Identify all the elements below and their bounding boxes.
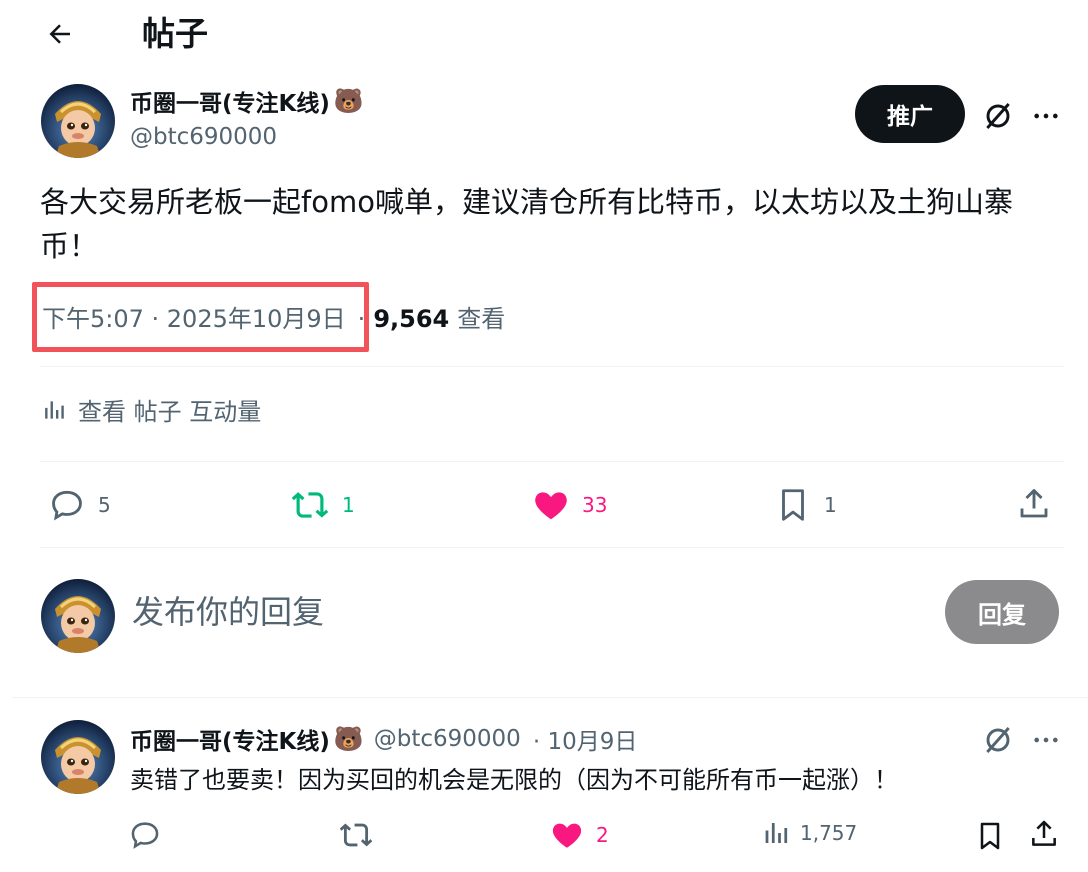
author-handle[interactable]: @btc690000 <box>130 124 364 150</box>
reply-like-count: 2 <box>596 823 609 847</box>
reply-grok-button[interactable] <box>978 720 1018 760</box>
share-icon <box>1032 820 1056 846</box>
bookmark-icon <box>980 822 1000 850</box>
grok-icon <box>986 103 1010 129</box>
reply-icon <box>52 490 82 521</box>
reply-views-count: 1,757 <box>800 821 858 845</box>
post-timestamp[interactable]: 下午5:07 · 2025年10月9日 <box>42 300 346 338</box>
share-icon <box>1020 489 1048 518</box>
avatar-image <box>41 84 115 158</box>
meta-separator: · <box>357 305 366 333</box>
more-dots-icon <box>1034 113 1058 119</box>
reply-repost-action[interactable] <box>338 818 386 852</box>
like-action[interactable]: 33 <box>532 486 607 524</box>
repost-icon <box>339 823 373 847</box>
reply-like-action[interactable]: 2 <box>550 818 609 852</box>
page-title: 帖子 <box>142 14 208 53</box>
author-avatar[interactable] <box>41 84 115 158</box>
back-button[interactable] <box>36 12 84 56</box>
reply-count: 5 <box>98 493 111 517</box>
reply-text: 卖错了也要卖！因为买回的机会是无限的（因为不可能所有币一起涨）！ <box>130 766 898 794</box>
reply-date[interactable]: · 10月9日 <box>533 722 638 756</box>
reply-input[interactable]: 发布你的回复 <box>132 588 324 636</box>
heart-filled-icon <box>552 823 582 848</box>
engagements-label: 查看 帖子 互动量 <box>78 398 262 426</box>
bookmark-icon <box>782 489 804 521</box>
more-options-button[interactable] <box>1026 96 1066 136</box>
reply-views-action[interactable]: 1,757 <box>762 818 857 848</box>
reply-bookmark-button[interactable] <box>972 818 1008 854</box>
composer-avatar <box>41 579 115 653</box>
reply-more-options-button[interactable] <box>1026 720 1066 760</box>
bookmark-count: 1 <box>824 493 837 517</box>
grok-button[interactable] <box>978 96 1018 136</box>
views-label: 查看 <box>457 305 506 333</box>
post-text: 各大交易所老板一起fomo喊单，建议清仓所有比特币，以太坊以及土狗山寨币！ <box>40 185 1013 263</box>
reply-author-handle[interactable]: @btc690000 <box>374 726 521 752</box>
more-dots-icon <box>1034 737 1058 743</box>
analytics-icon <box>45 400 64 419</box>
back-arrow-icon <box>49 24 70 44</box>
avatar-image <box>41 720 115 794</box>
heart-filled-icon <box>535 492 567 520</box>
grok-icon <box>986 727 1010 753</box>
bookmark-action[interactable]: 1 <box>774 486 837 524</box>
reply-action[interactable]: 5 <box>48 486 111 524</box>
share-button[interactable] <box>1014 484 1054 524</box>
like-count: 33 <box>582 493 608 517</box>
reply-author-avatar[interactable] <box>41 720 115 794</box>
repost-icon <box>291 492 329 518</box>
bear-emoji-icon: 🐻 <box>333 87 364 115</box>
author-display-name[interactable]: 币圈一哥(专注K线) <box>130 84 330 118</box>
reply-header: 币圈一哥(专注K线) 🐻 @btc690000 · 10月9日 <box>130 722 637 756</box>
post-meta: 下午5:07 · 2025年10月9日 · 9,564 查看 <box>42 300 505 338</box>
view-engagements-link[interactable]: 查看 帖子 互动量 <box>42 392 261 427</box>
reply-submit-button[interactable]: 回复 <box>945 580 1059 644</box>
promote-button[interactable]: 推广 <box>855 85 965 143</box>
bear-emoji-icon: 🐻 <box>333 725 364 753</box>
analytics-icon <box>765 823 788 843</box>
repost-action[interactable]: 1 <box>290 486 355 524</box>
reply-reply-action[interactable] <box>128 818 174 852</box>
avatar-image <box>41 579 115 653</box>
views-count: 9,564 <box>373 305 450 333</box>
reply-icon <box>131 822 159 849</box>
repost-count: 1 <box>342 493 355 517</box>
reply-share-button[interactable] <box>1026 816 1062 852</box>
reply-author-name[interactable]: 币圈一哥(专注K线) <box>130 722 330 756</box>
